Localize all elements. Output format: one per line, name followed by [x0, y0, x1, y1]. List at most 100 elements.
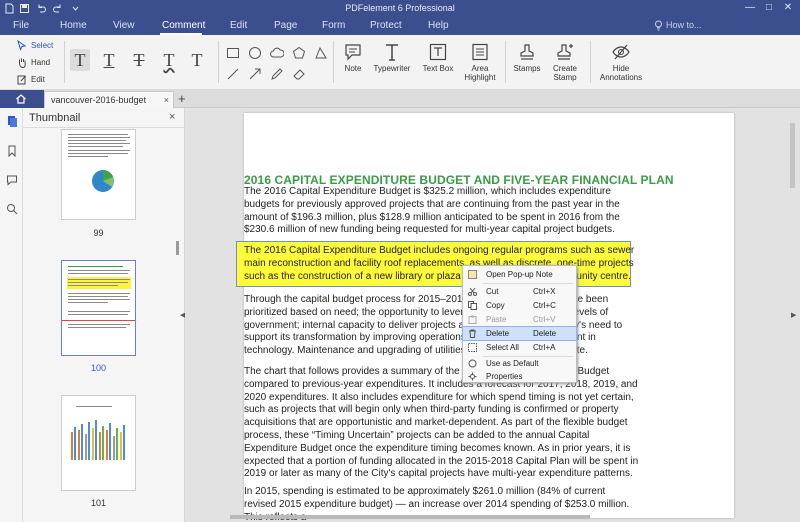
eye-off-icon	[612, 44, 630, 60]
create-stamp-icon	[557, 44, 573, 60]
cloud-tool-icon[interactable]	[270, 46, 284, 60]
app-title: PDFelement 6 Professional	[345, 3, 455, 13]
menu-file[interactable]: File	[13, 20, 29, 31]
note-tool[interactable]: Note	[339, 42, 367, 86]
squiggly-text-tool[interactable]: T	[159, 49, 179, 71]
text-box-icon	[429, 43, 447, 61]
add-tab-button[interactable]: +	[178, 90, 186, 107]
close-thumbnail-panel-button[interactable]: ×	[169, 111, 175, 123]
home-tab[interactable]	[0, 90, 44, 108]
menu-help[interactable]: Help	[428, 20, 449, 31]
pie-chart-thumbnail	[92, 170, 114, 192]
menu-delete[interactable]: Delete Delete	[462, 326, 577, 341]
copy-icon	[468, 301, 477, 310]
hand-tool[interactable]: Hand	[17, 57, 50, 69]
left-sidebar-strip	[0, 108, 23, 522]
menu-paste[interactable]: Paste Ctrl+V	[463, 313, 576, 326]
eraser-tool-icon[interactable]	[292, 67, 306, 81]
comment-panel-icon[interactable]	[6, 174, 18, 186]
thumbnail-panel-icon[interactable]	[6, 115, 18, 127]
select-all-icon	[468, 343, 477, 352]
horizontal-scrollbar[interactable]	[230, 515, 590, 519]
menu-view[interactable]: View	[113, 20, 135, 31]
ribbon-separator	[64, 41, 65, 83]
menu-form[interactable]: Form	[322, 20, 345, 31]
polygon-tool-icon[interactable]	[292, 46, 306, 60]
note-icon	[468, 270, 477, 279]
close-tab-button[interactable]: ×	[164, 92, 169, 108]
menu-select-all[interactable]: Select All Ctrl+A	[463, 341, 576, 354]
stamps-tool[interactable]: Stamps	[511, 42, 543, 86]
menu-bar: File Home View Comment Edit Page Form Pr…	[0, 17, 800, 35]
thumbnail-page-100[interactable]	[61, 260, 136, 356]
typewriter-icon	[386, 44, 398, 61]
trash-icon	[469, 329, 476, 338]
thumbnail-label: 100	[90, 363, 107, 373]
thumbnail-title: Thumbnail	[29, 112, 81, 124]
edit-tool[interactable]: Edit	[17, 74, 45, 85]
gear-icon	[468, 372, 477, 381]
expand-right-panel-arrow[interactable]: ▶	[791, 311, 796, 319]
ribbon-separator	[590, 41, 591, 83]
thumbnail-label: 99	[93, 228, 104, 238]
document-tab-bar: vancouver-2016-budget × +	[0, 90, 800, 108]
home-icon	[16, 94, 26, 104]
underline-text-tool[interactable]: T	[99, 49, 119, 71]
menu-edit[interactable]: Edit	[230, 20, 247, 31]
hand-icon	[17, 57, 27, 69]
menu-separator	[483, 283, 573, 284]
create-stamp-tool[interactable]: Create Stamp	[546, 42, 584, 86]
thumbnail-panel: Thumbnail × 99 100 101 ◀	[23, 108, 185, 522]
search-icon[interactable]	[6, 203, 18, 215]
document-heading: 2016 CAPITAL EXPENDITURE BUDGET AND FIVE…	[244, 173, 674, 187]
menu-home[interactable]: Home	[60, 20, 87, 31]
highlighted-paragraph: The 2016 Capital Expenditure Budget incl…	[244, 245, 635, 282]
paragraph: The 2016 Capital Expenditure Budget is $…	[244, 186, 620, 236]
title-bar: PDFelement 6 Professional — □ ✕	[0, 0, 800, 17]
arrow-tool-icon[interactable]	[248, 67, 262, 81]
menu-comment[interactable]: Comment	[162, 20, 205, 31]
menu-cut[interactable]: Cut Ctrl+X	[463, 285, 576, 298]
comment-ribbon: Select Hand Edit T T T T T Note Typewrit…	[0, 35, 800, 90]
lightbulb-icon	[654, 20, 663, 33]
hide-annotations-tool[interactable]: Hide Annotations	[594, 42, 648, 86]
menu-page[interactable]: Page	[274, 20, 297, 31]
menu-copy[interactable]: Copy Ctrl+C	[463, 299, 576, 312]
vertical-scrollbar[interactable]	[790, 123, 795, 188]
bookmark-icon[interactable]	[6, 145, 18, 157]
maximize-button[interactable]: □	[761, 1, 777, 15]
thumbnail-scrollbar[interactable]	[176, 241, 179, 255]
menu-protect[interactable]: Protect	[370, 20, 402, 31]
bar-chart-thumbnail	[71, 420, 125, 460]
select-tool[interactable]: Select	[17, 39, 53, 51]
minimize-button[interactable]: —	[742, 1, 758, 15]
ribbon-separator	[333, 41, 334, 83]
typewriter-tool[interactable]: Typewriter	[371, 42, 413, 86]
paragraph: The chart that follows provides a summar…	[244, 366, 639, 480]
menu-use-as-default[interactable]: Use as Default	[463, 357, 576, 370]
paste-icon	[468, 315, 477, 324]
thumbnail-page-99[interactable]	[61, 129, 136, 220]
oval-tool-icon[interactable]	[248, 46, 262, 60]
default-icon	[468, 359, 477, 368]
area-highlight-icon	[472, 43, 488, 61]
ribbon-separator	[505, 41, 506, 83]
document-tab[interactable]: vancouver-2016-budget ×	[44, 91, 174, 108]
polygon-line-tool-icon[interactable]	[314, 46, 328, 60]
line-tool-icon[interactable]	[226, 67, 240, 81]
pencil-tool-icon[interactable]	[270, 67, 284, 81]
area-highlight-tool[interactable]: Area Highlight	[461, 42, 499, 86]
note-icon	[345, 44, 361, 61]
thumbnail-page-101[interactable]	[61, 395, 136, 491]
stamp-icon	[520, 44, 534, 60]
highlight-text-tool[interactable]: T	[70, 49, 90, 71]
menu-open-popup-note[interactable]: Open Pop-up Note	[463, 268, 576, 281]
rectangle-tool-icon[interactable]	[226, 46, 240, 60]
insert-text-tool[interactable]: T	[187, 49, 207, 71]
menu-properties[interactable]: Properties	[463, 370, 576, 383]
close-window-button[interactable]: ✕	[780, 1, 796, 15]
how-to-link[interactable]: How to...	[666, 20, 702, 30]
edit-icon	[17, 74, 27, 85]
text-box-tool[interactable]: Text Box	[420, 42, 456, 86]
strikethrough-text-tool[interactable]: T	[129, 49, 149, 71]
